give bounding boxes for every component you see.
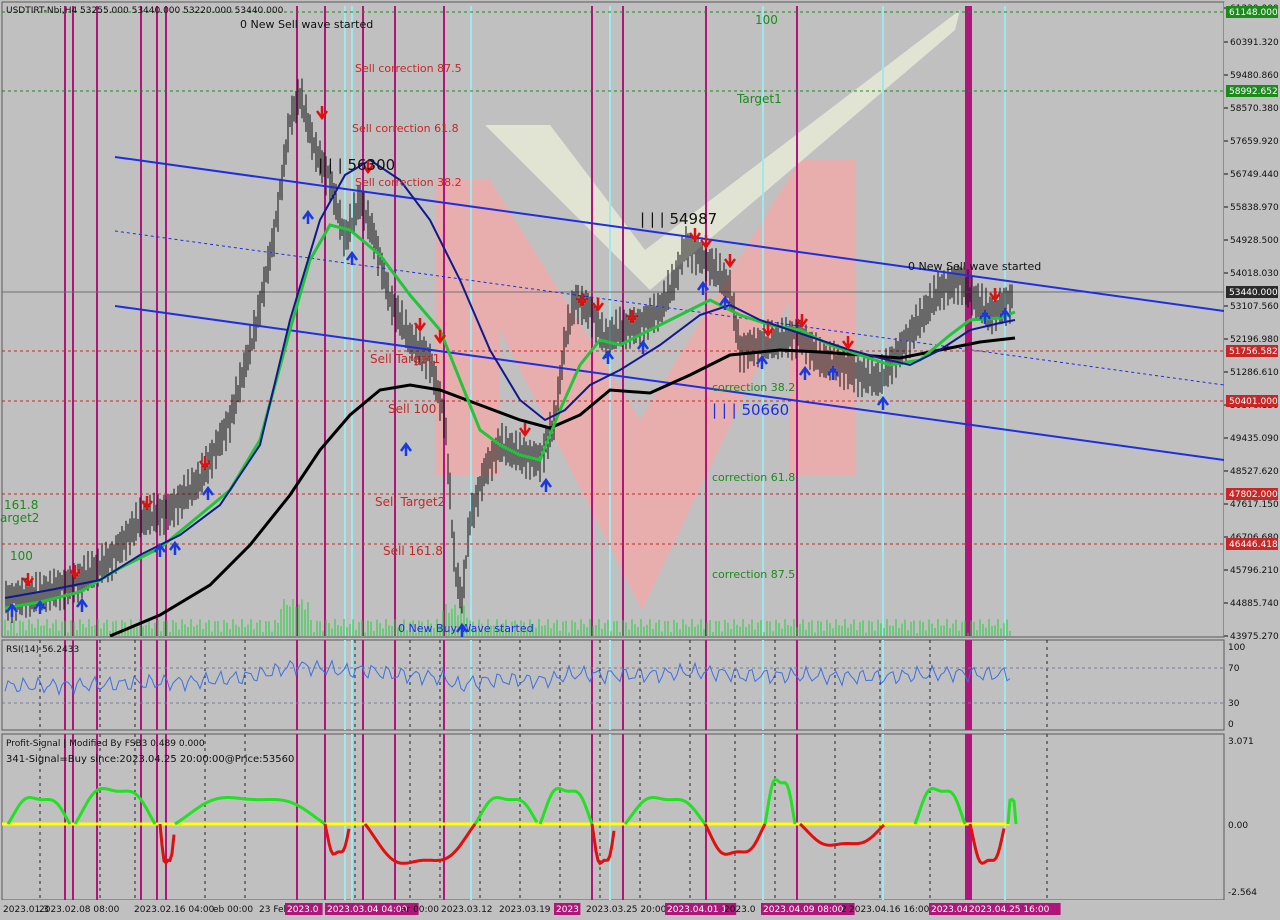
peak2-label: | | | 54987 bbox=[640, 210, 717, 228]
time-label: 2023 bbox=[556, 905, 579, 915]
time-label: 2023.0 bbox=[287, 905, 319, 915]
label-100-top: 100 bbox=[755, 13, 778, 27]
time-label: 2023.03.12 bbox=[441, 905, 493, 915]
price-tick: 53107.560 bbox=[1230, 302, 1279, 312]
price-badge-text: 53440.000 bbox=[1229, 288, 1278, 298]
price-tick: 47617.150 bbox=[1230, 500, 1279, 510]
price-tick: 56749.440 bbox=[1230, 170, 1279, 180]
time-label: 2023.03.19 bbox=[499, 905, 551, 915]
time-label: 2023.02.08 08:00 bbox=[39, 905, 120, 915]
signal-tick-zero: 0.00 bbox=[1228, 821, 1248, 831]
correction-875-label: correction 87.5 bbox=[712, 568, 795, 581]
sell-correction-618-label: Sell correction 61.8 bbox=[352, 122, 459, 135]
price-tick: 55838.970 bbox=[1230, 203, 1279, 213]
time-label: ar 00:00 bbox=[401, 905, 439, 915]
price-tick: 54018.030 bbox=[1230, 269, 1279, 279]
left-100-label: 100 bbox=[10, 549, 33, 563]
sell-correction-382-label: Sell correction 38.2 bbox=[355, 176, 462, 189]
time-label: 2023.04.01 1 bbox=[667, 905, 727, 915]
time-label: 2023.04.16 16:00 bbox=[849, 905, 930, 915]
rsi-tick-30: 30 bbox=[1228, 699, 1240, 709]
rsi-pane[interactable]: RSI(14) 56.2433 100 70 30 0 bbox=[1, 639, 1245, 731]
time-label: 2023.0 bbox=[724, 905, 756, 915]
sell-100-label: Sell 100 bbox=[388, 402, 436, 416]
time-label: 2023.02.16 04:00 bbox=[134, 905, 215, 915]
price-tick: 51286.610 bbox=[1230, 368, 1279, 378]
peak1-label: | | | 56300 bbox=[318, 156, 395, 174]
time-label: 2023.04.09 08:00 bbox=[763, 905, 844, 915]
price-tick: 59480.860 bbox=[1230, 71, 1279, 81]
signal-tick-top: 3.071 bbox=[1228, 737, 1254, 747]
profit-signal-pane[interactable]: Profit-Signal | Modified By FSB3 0.489 0… bbox=[1, 733, 1257, 901]
price-tick: 44885.740 bbox=[1230, 599, 1279, 609]
price-badge-text: 61148.000 bbox=[1229, 8, 1278, 18]
price-badge-text: 51756.582 bbox=[1229, 347, 1278, 357]
time-label: 2023.03.25 20:00 bbox=[586, 905, 667, 915]
rsi-tick-100: 100 bbox=[1228, 643, 1245, 653]
symbol-header: USDTIRT-Nbi,H4 53255.000 53440.000 53220… bbox=[6, 6, 284, 16]
rsi-tick-0: 0 bbox=[1228, 720, 1234, 730]
profit-signal-title: Profit-Signal | Modified By FSB3 0.489 0… bbox=[6, 739, 205, 749]
price-badge-text: 47802.000 bbox=[1229, 490, 1278, 500]
rsi-label: RSI(14) 56.2433 bbox=[6, 645, 79, 655]
new-sell-wave-right-label: 0 New Sell wave started bbox=[908, 260, 1041, 273]
price-tick: 60391.320 bbox=[1230, 38, 1279, 48]
trough-label: | | | 50660 bbox=[712, 401, 789, 419]
sell-target1-label: Sell Target1 bbox=[370, 352, 440, 366]
price-axis[interactable]: 61220.00060391.32059480.86058570.3805765… bbox=[1224, 2, 1280, 642]
time-label: 2 bbox=[841, 905, 847, 915]
trading-chart[interactable]: 0 New Sell wave started Sell correction … bbox=[0, 0, 1280, 920]
sell-1618-label: Sell 161.8 bbox=[383, 544, 443, 558]
time-label: eb 00:00 bbox=[213, 905, 253, 915]
main-chart-pane[interactable]: 0 New Sell wave started Sell correction … bbox=[0, 1, 1225, 638]
signal-tick-bottom: -2.564 bbox=[1228, 888, 1257, 898]
time-label: 2023.04.25 16:00 bbox=[969, 905, 1050, 915]
price-tick: 52196.980 bbox=[1230, 335, 1279, 345]
time-label: 23 Feb bbox=[259, 905, 290, 915]
left-target2-label: arget2 bbox=[0, 511, 39, 525]
price-tick: 58570.380 bbox=[1230, 104, 1279, 114]
price-tick: 57659.920 bbox=[1230, 137, 1279, 147]
price-badge-text: 50401.000 bbox=[1229, 397, 1278, 407]
time-label: 2023.04 bbox=[931, 905, 968, 915]
correction-382-label: correction 38.2 bbox=[712, 381, 795, 394]
left-1618-label: 161.8 bbox=[4, 498, 38, 512]
price-tick: 43975.270 bbox=[1230, 632, 1279, 642]
target1-label: Target1 bbox=[736, 92, 782, 106]
price-tick: 45796.210 bbox=[1230, 566, 1279, 576]
rsi-tick-70: 70 bbox=[1228, 664, 1240, 674]
price-badge-text: 46446.418 bbox=[1229, 540, 1278, 550]
price-tick: 54928.500 bbox=[1230, 236, 1279, 246]
price-tick: 49435.090 bbox=[1230, 434, 1279, 444]
correction-618-label: correction 61.8 bbox=[712, 471, 795, 484]
new-sell-wave-label: 0 New Sell wave started bbox=[240, 18, 373, 31]
price-tick: 48527.620 bbox=[1230, 467, 1279, 477]
new-buy-wave-label: 0 New Buy Wave started bbox=[398, 622, 534, 635]
time-label: 2023.03.04 04:00 bbox=[327, 905, 408, 915]
sell-target2-label: Sell Target2 bbox=[375, 495, 445, 509]
sell-correction-875-label: Sell correction 87.5 bbox=[355, 62, 462, 75]
price-badge-text: 58992.652 bbox=[1229, 87, 1278, 97]
time-axis[interactable]: 2023.01.32023.02.08 08:00 2023.02.16 04:0… bbox=[0, 900, 1280, 920]
profit-signal-status: 341-Signal=Buy since:2023.04.25 20:00:00… bbox=[6, 754, 294, 765]
